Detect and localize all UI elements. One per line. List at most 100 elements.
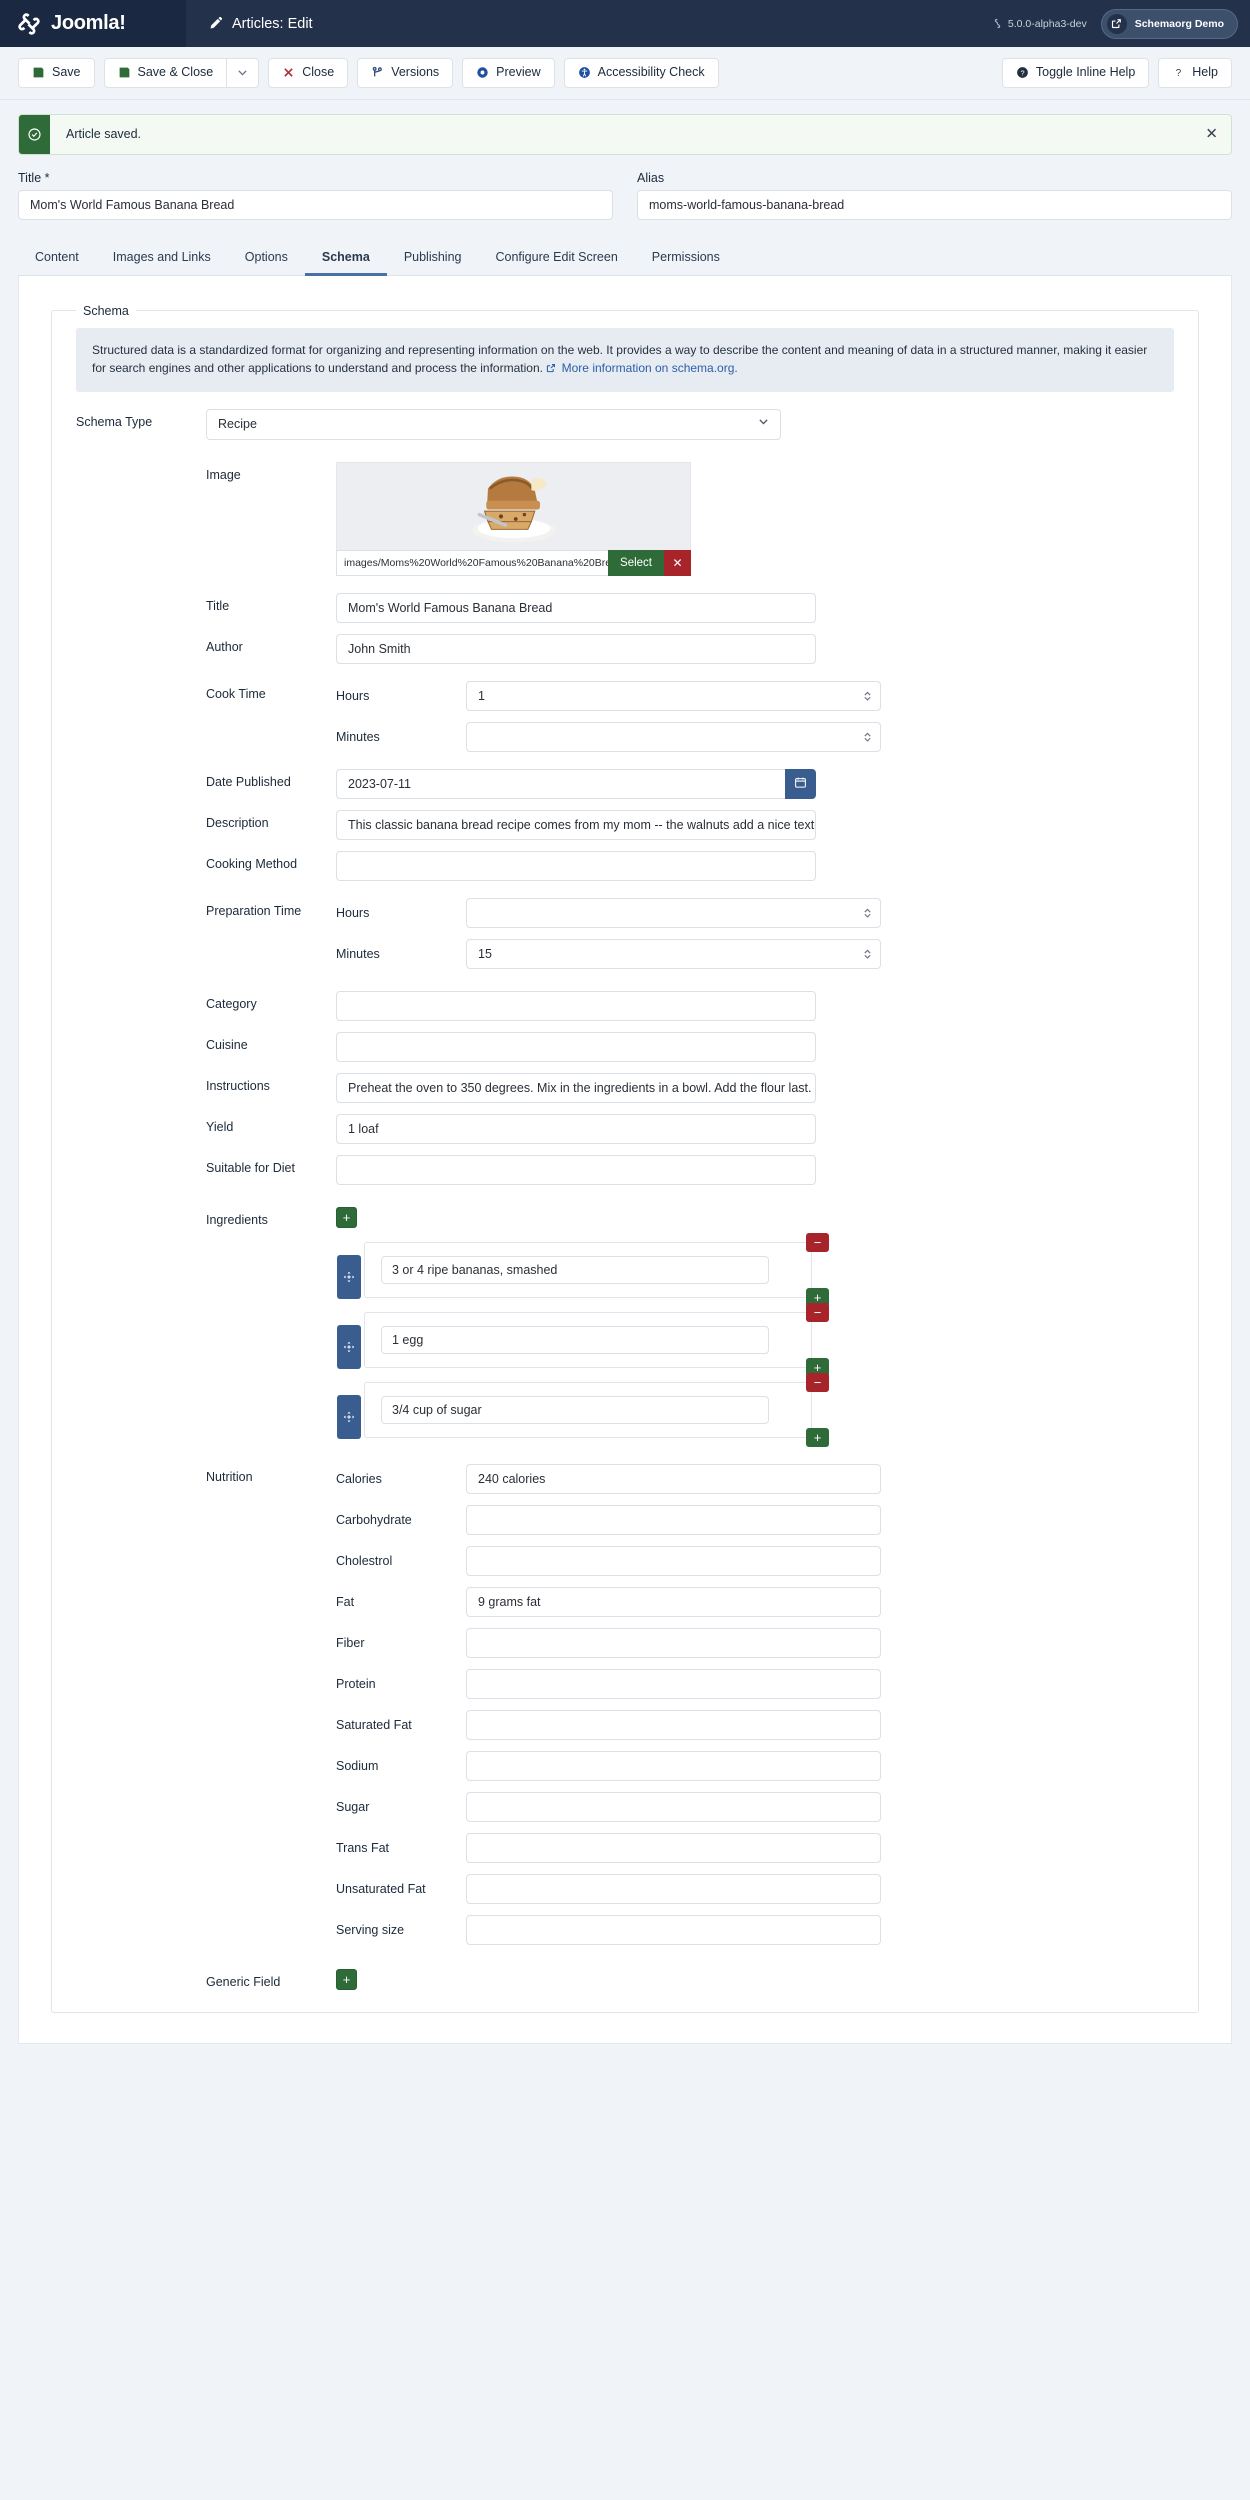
- visit-site-button[interactable]: Schemaorg Demo: [1100, 8, 1238, 39]
- recipe-title-input[interactable]: Mom's World Famous Banana Bread: [336, 592, 816, 623]
- carbohydrate-input[interactable]: [466, 1504, 881, 1535]
- cook-hours-input[interactable]: 1: [466, 680, 881, 711]
- tab-schema[interactable]: Schema: [304, 242, 387, 276]
- nutrition-field: Calories 240 calories: [336, 1463, 1174, 1494]
- cuisine-control: [336, 1031, 1174, 1062]
- help-button[interactable]: ? Help: [1158, 58, 1232, 88]
- trans-fat-input[interactable]: [466, 1832, 881, 1863]
- tab-images-and-links[interactable]: Images and Links: [96, 242, 228, 276]
- schema-type-control: Recipe: [206, 408, 1174, 440]
- drag-handle-icon[interactable]: [337, 1394, 361, 1439]
- drag-handle-icon[interactable]: [337, 1254, 361, 1299]
- description-control: This classic banana bread recipe comes f…: [336, 809, 1174, 840]
- cook-minutes-input[interactable]: [466, 721, 881, 752]
- yield-input[interactable]: 1 loaf: [336, 1113, 816, 1144]
- author-input[interactable]: John Smith: [336, 633, 816, 664]
- editor-toolbar: Save Save & Close Close Versions Preview…: [0, 47, 1250, 100]
- stepper-arrows-icon[interactable]: [863, 690, 872, 701]
- save-and-close-label: Save & Close: [137, 65, 214, 79]
- stepper-arrows-icon[interactable]: [863, 731, 872, 742]
- title-alias-row: Title * Alias: [18, 171, 1232, 220]
- fiber-input[interactable]: [466, 1627, 881, 1658]
- schema-panel: Schema Structured data is a standardized…: [18, 275, 1232, 2044]
- saturated-fat-label: Saturated Fat: [336, 1717, 412, 1732]
- svg-text:?: ?: [1176, 68, 1182, 79]
- ingredient-remove-button[interactable]: −: [806, 1232, 829, 1252]
- cholestrol-input[interactable]: [466, 1545, 881, 1576]
- save-and-close-button[interactable]: Save & Close: [103, 58, 228, 88]
- ingredient-input[interactable]: 1 egg: [381, 1325, 769, 1354]
- close-button[interactable]: Close: [268, 58, 349, 88]
- sodium-input[interactable]: [466, 1750, 881, 1781]
- page-title: Articles: Edit: [232, 15, 313, 32]
- serving-size-input[interactable]: [466, 1914, 881, 1945]
- alert-close-button[interactable]: ✕: [1205, 127, 1218, 142]
- save-button[interactable]: Save: [18, 58, 95, 88]
- tab-permissions[interactable]: Permissions: [635, 242, 737, 276]
- unsaturated-fat-input[interactable]: [466, 1873, 881, 1904]
- nutrition-label: Nutrition: [206, 1469, 253, 1484]
- calendar-picker-button[interactable]: [785, 768, 816, 799]
- cook-hours-wrap: 1: [466, 680, 881, 711]
- ingredient-input[interactable]: 3/4 cup of sugar: [381, 1395, 769, 1424]
- prep-hours-wrap: [466, 897, 881, 928]
- accessibility-check-button[interactable]: Accessibility Check: [563, 58, 719, 88]
- calories-input[interactable]: 240 calories: [466, 1463, 881, 1494]
- ingredient-remove-button[interactable]: −: [806, 1302, 829, 1322]
- ingredient-add-button[interactable]: +: [806, 1427, 829, 1447]
- ingredients-add-button[interactable]: +: [336, 1206, 357, 1228]
- close-label: Close: [302, 65, 335, 79]
- diet-control: [336, 1154, 1174, 1185]
- description-label: Description: [206, 815, 269, 830]
- instructions-input[interactable]: Preheat the oven to 350 degrees. Mix in …: [336, 1072, 816, 1103]
- fat-input[interactable]: 9 grams fat: [466, 1586, 881, 1617]
- joomla-mark-icon: [992, 18, 1003, 29]
- versions-button[interactable]: Versions: [357, 58, 454, 88]
- saturated-fat-input[interactable]: [466, 1709, 881, 1740]
- chevron-down-icon: [236, 66, 249, 79]
- date-published-input[interactable]: 2023-07-11: [336, 768, 785, 799]
- ingredient-input[interactable]: 3 or 4 ripe bananas, smashed: [381, 1255, 769, 1284]
- success-check-icon: [19, 114, 50, 154]
- date-published-label: Date Published: [206, 774, 291, 789]
- prep-hours-input[interactable]: [466, 897, 881, 928]
- image-clear-button[interactable]: ✕: [664, 549, 691, 576]
- schema-legend: Schema: [83, 303, 129, 318]
- tab-options[interactable]: Options: [228, 242, 305, 276]
- accessibility-check-label: Accessibility Check: [597, 65, 705, 79]
- unsaturated-fat-label: Unsaturated Fat: [336, 1881, 426, 1896]
- title-input[interactable]: [18, 189, 613, 220]
- toggle-inline-help-button[interactable]: ? Toggle Inline Help: [1001, 58, 1150, 88]
- cuisine-input[interactable]: [336, 1031, 816, 1062]
- protein-input[interactable]: [466, 1668, 881, 1699]
- joomla-brand[interactable]: Joomla!: [0, 0, 186, 47]
- joomla-logo-icon: [16, 11, 42, 37]
- tab-publishing[interactable]: Publishing: [387, 242, 479, 276]
- schema-org-link[interactable]: More information on schema.org.: [562, 361, 738, 375]
- schema-type-select[interactable]: Recipe: [206, 408, 781, 440]
- generic-field-add-button[interactable]: +: [336, 1968, 357, 1990]
- nutrition-field: Carbohydrate: [336, 1504, 1174, 1535]
- versions-label: Versions: [391, 65, 440, 79]
- status-alert: Article saved. ✕: [18, 113, 1232, 155]
- save-dropdown-toggle[interactable]: [227, 58, 260, 88]
- drag-handle-icon[interactable]: [337, 1324, 361, 1369]
- description-input[interactable]: This classic banana bread recipe comes f…: [336, 809, 816, 840]
- stepper-arrows-icon[interactable]: [863, 907, 872, 918]
- image-select-button[interactable]: Select: [608, 549, 664, 576]
- diet-input[interactable]: [336, 1154, 816, 1185]
- nutrition-field: Sugar: [336, 1791, 1174, 1822]
- tab-configure-edit-screen[interactable]: Configure Edit Screen: [479, 242, 635, 276]
- sugar-input[interactable]: [466, 1791, 881, 1822]
- ingredient-remove-button[interactable]: −: [806, 1372, 829, 1392]
- preview-button[interactable]: Preview: [462, 58, 555, 88]
- image-path-input[interactable]: images/Moms%20World%20Famous%20Banana%20…: [336, 549, 609, 576]
- help-circle-icon: ?: [1016, 66, 1029, 79]
- category-input[interactable]: [336, 990, 816, 1021]
- alias-input[interactable]: [637, 189, 1232, 220]
- stepper-arrows-icon[interactable]: [863, 948, 872, 959]
- cooking-method-input[interactable]: [336, 850, 816, 881]
- prep-minutes-input[interactable]: 15: [466, 938, 881, 969]
- tab-content[interactable]: Content: [18, 242, 96, 276]
- calendar-icon: [794, 776, 807, 792]
